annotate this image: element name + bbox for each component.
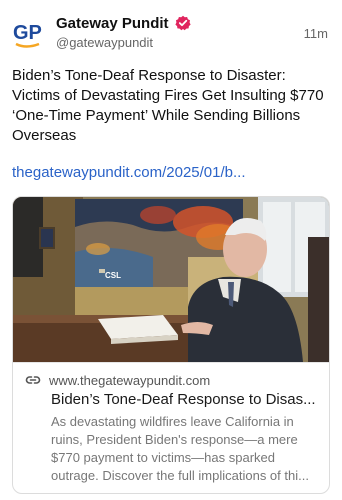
account-name[interactable]: Gateway Pundit — [56, 15, 169, 32]
card-title[interactable]: Biden’s Tone-Deaf Response to Disas... — [51, 391, 317, 408]
post-text: Biden’s Tone-Deaf Response to Disaster: … — [12, 67, 324, 144]
account-handle[interactable]: @gatewaypundit — [56, 35, 153, 50]
article-image[interactable]: CSL — [13, 197, 329, 362]
post-link[interactable]: thegatewaypundit.com/2025/01/b... — [12, 163, 330, 183]
gateway-pundit-logo-icon: GP — [13, 22, 42, 48]
link-icon — [25, 372, 41, 388]
post-timestamp[interactable]: 11m — [304, 26, 328, 41]
card-domain: www.thegatewaypundit.com — [49, 372, 211, 388]
verified-badge-icon — [174, 15, 191, 31]
avatar[interactable]: GP — [12, 17, 46, 51]
account-name-row: Gateway Pundit — [56, 13, 191, 33]
post-header: GP Gateway Pundit @gatewaypundit 11m — [0, 0, 342, 60]
avatar-text: GP — [13, 22, 42, 44]
image-watermark: CSL — [105, 271, 121, 280]
card-description: As devastating wildfires leave Californi… — [51, 414, 309, 483]
card-domain-row: www.thegatewaypundit.com — [25, 372, 210, 388]
link-preview-card[interactable]: CSL www.thegatewaypundit.com Biden’s Ton… — [12, 196, 330, 494]
card-body: www.thegatewaypundit.com Biden’s Tone-De… — [13, 362, 329, 493]
